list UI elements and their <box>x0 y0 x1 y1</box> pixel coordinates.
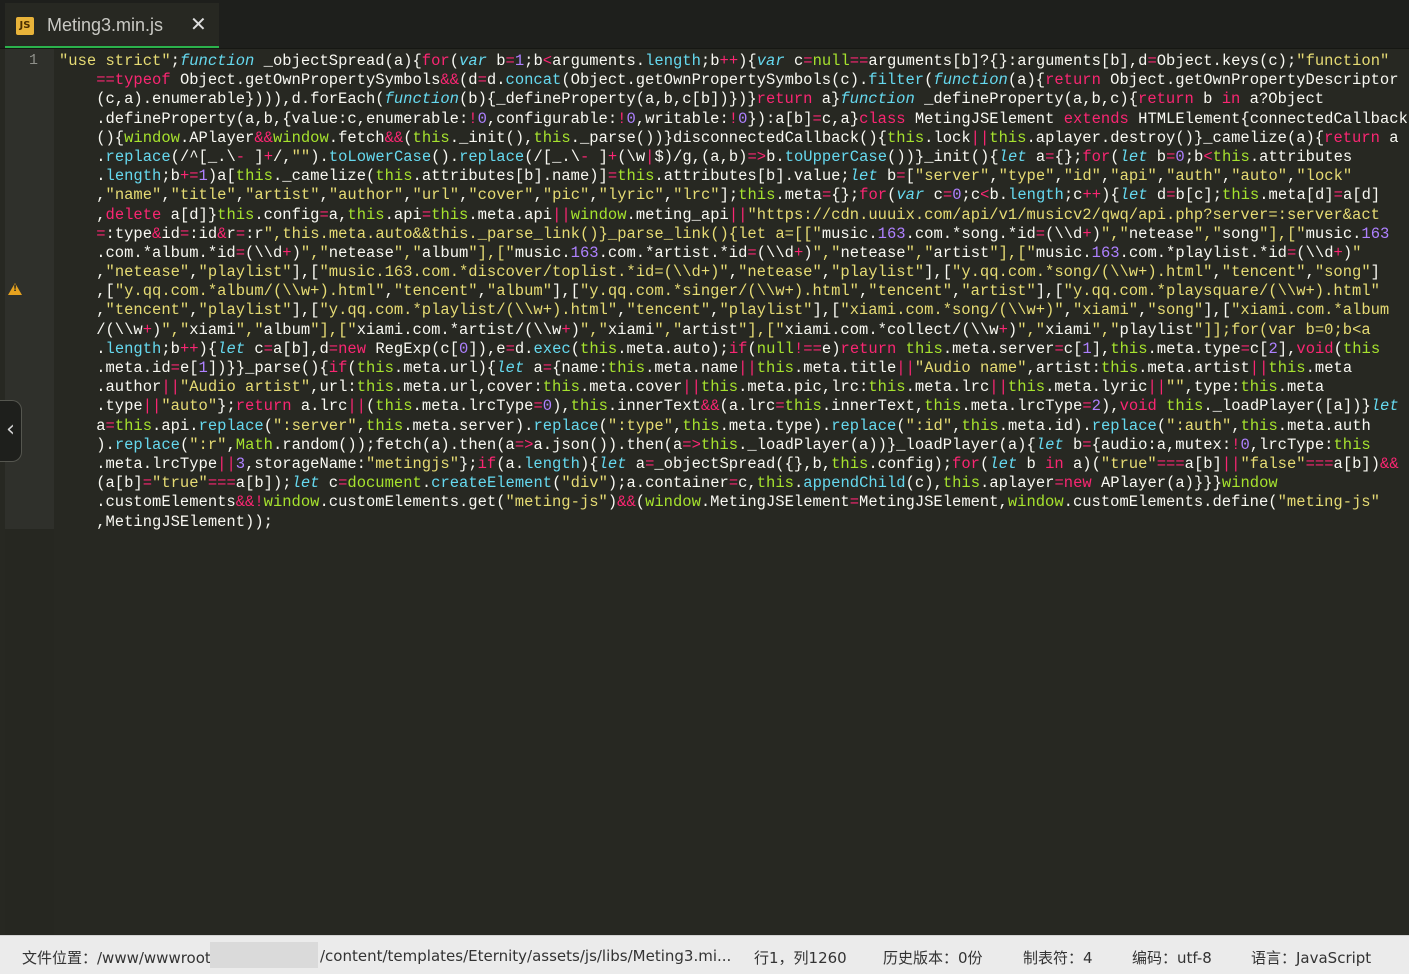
code-line: ,["y.qq.com.*album/(\\w+).html","tencent… <box>59 282 1380 301</box>
code-line: .replace(/^[_.\- ]+/,"").toLowerCase().r… <box>59 147 1353 166</box>
line-number: 1 <box>29 52 39 69</box>
code-line: a=this.api.replace(":server",this.meta.s… <box>59 416 1371 435</box>
code-line: .customElements&&!window.customElements.… <box>59 493 1380 512</box>
close-icon[interactable]: ✕ <box>190 12 207 36</box>
code-line: ,delete a[d]}this.config=a,this.api=this… <box>59 205 1380 224</box>
code-editor[interactable]: "use strict";function _objectSpread(a){f… <box>59 52 1408 532</box>
tab-title: Meting3.min.js <box>47 15 164 35</box>
code-line: =:type&id=:id&r=:r",this.meta.auto&&this… <box>96 224 1390 243</box>
code-line: .author||"Audio artist",url:this.meta.ur… <box>59 378 1325 397</box>
js-file-icon: JS <box>16 17 34 35</box>
code-line: ,MetingJSElement)); <box>59 512 273 531</box>
cursor-position[interactable]: 行1，列1260 <box>754 947 847 968</box>
chevron-left-icon[interactable]: ‹ <box>0 400 22 462</box>
code-line: ,"name","title","artist","author","url",… <box>59 186 1381 205</box>
tab-bar: JS Meting3.min.js ✕ <box>0 0 1409 49</box>
status-bar: 文件位置：/www/wwwroot/ /content/templates/Et… <box>0 935 1409 974</box>
code-line: (){window.APlayer&&window.fetch&&(this._… <box>59 128 1399 147</box>
file-path-suffix: /content/templates/Eternity/assets/js/li… <box>320 947 732 965</box>
code-line: .meta.lrcType||3,storageName:"metingjs"}… <box>59 454 1399 473</box>
code-line: ,"tencent","playlist"],["y.qq.com.*playl… <box>59 301 1390 320</box>
file-path-prefix: 文件位置：/www/wwwroot/ <box>22 949 216 967</box>
warning-icon <box>8 283 22 295</box>
code-line: ==typeof Object.getOwnPropertySymbols&&(… <box>96 71 1399 90</box>
code-line: .com.*album.*id=(\\d+)","netease","album… <box>59 243 1362 262</box>
redacted-path-segment <box>210 942 318 968</box>
code-line: "use strict";function _objectSpread(a){f… <box>59 52 1390 70</box>
code-line: .meta.id=e[1])}}_parse(){if(this.meta.ur… <box>59 359 1353 377</box>
code-line: ,"netease","playlist"],["music.163.com.*… <box>59 263 1380 282</box>
code-line: .type||"auto"};return a.lrc||(this.meta.… <box>59 397 1399 416</box>
gutter-empty <box>5 529 54 935</box>
code-line: ).replace(":r",Math.random());fetch(a).t… <box>59 435 1371 454</box>
code-line: (a[b]="true"===a[b]);let c=document.crea… <box>59 474 1278 493</box>
code-line: .defineProperty(a,b,{value:c,enumerable:… <box>59 109 1408 128</box>
code-line: (c,a).enumerable}))),d.forEach(function(… <box>59 90 1325 109</box>
encoding[interactable]: 编码：utf-8 <box>1132 947 1212 968</box>
history-versions[interactable]: 历史版本：0份 <box>883 947 983 968</box>
code-line: .length;b++){let c=a[b],d=new RegExp(c[0… <box>59 339 1381 358</box>
code-line: .length;b+=1)a[this._camelize(this.attri… <box>59 167 1353 186</box>
language-mode[interactable]: 语言：JavaScript <box>1251 947 1371 968</box>
tab-meting3-min-js[interactable]: JS Meting3.min.js ✕ <box>5 3 219 48</box>
code-line: /(\\w+)","xiami","album"],["xiami.com.*a… <box>59 320 1371 339</box>
tab-size[interactable]: 制表符：4 <box>1023 947 1093 968</box>
